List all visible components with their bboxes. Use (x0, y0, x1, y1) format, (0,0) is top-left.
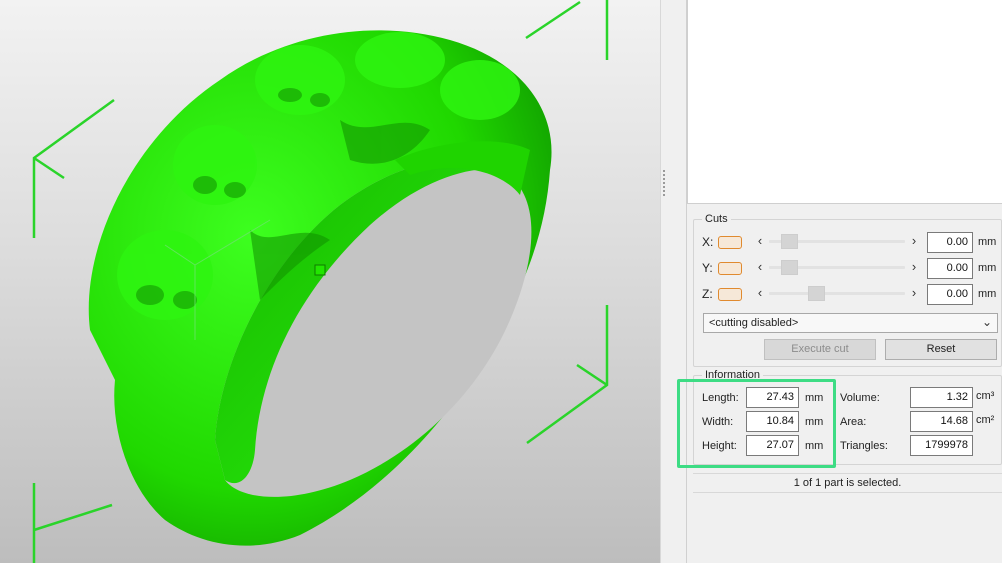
panel-splitter[interactable] (660, 0, 687, 563)
y-cut-unit: mm (978, 262, 997, 274)
slider-right-icon[interactable]: › (907, 285, 921, 302)
z-axis-label: Z: (702, 287, 713, 301)
ring-model-render[interactable] (0, 0, 660, 563)
3d-viewport[interactable] (0, 0, 660, 563)
y-axis-label: Y: (702, 261, 713, 275)
y-cut-slider[interactable]: ‹ › (753, 259, 921, 276)
cutting-mode-value: <cutting disabled> (709, 317, 799, 329)
area-label: Area: (840, 416, 867, 428)
slider-right-icon[interactable]: › (907, 259, 921, 276)
reset-button[interactable]: Reset (885, 339, 997, 360)
object-list[interactable] (687, 0, 1002, 204)
slider-left-icon[interactable]: ‹ (753, 259, 767, 276)
slider-thumb[interactable] (780, 234, 798, 249)
execute-cut-button[interactable]: Execute cut (764, 339, 876, 360)
cutting-mode-select[interactable]: <cutting disabled> ⌄ (703, 313, 998, 333)
slider-thumb[interactable] (780, 260, 798, 275)
right-panel: Cuts X: ‹ › 0.00 mm Y: ‹ › 0.00 mm Z: ‹ … (687, 0, 1002, 563)
x-cut-toggle[interactable] (718, 236, 742, 249)
z-cut-slider[interactable]: ‹ › (753, 285, 921, 302)
chevron-down-icon[interactable]: ⌄ (982, 315, 992, 329)
x-cut-slider[interactable]: ‹ › (753, 233, 921, 250)
triangles-label: Triangles: (840, 440, 888, 452)
cuts-title: Cuts (702, 213, 731, 225)
volume-label: Volume: (840, 392, 880, 404)
y-cut-toggle[interactable] (718, 262, 742, 275)
x-cut-unit: mm (978, 236, 997, 248)
dimensions-highlight-box (677, 379, 836, 468)
volume-unit: cm³ (976, 390, 995, 402)
z-cut-toggle[interactable] (718, 288, 742, 301)
volume-value: 1.32 (910, 387, 973, 408)
x-cut-value[interactable]: 0.00 (927, 232, 973, 253)
slider-thumb[interactable] (808, 286, 826, 301)
slider-left-icon[interactable]: ‹ (753, 285, 767, 302)
area-unit: cm² (976, 414, 995, 426)
selection-status: 1 of 1 part is selected. (693, 473, 1002, 493)
area-value: 14.68 (910, 411, 973, 432)
z-cut-unit: mm (978, 288, 997, 300)
center-handle (314, 264, 326, 276)
y-cut-value[interactable]: 0.00 (927, 258, 973, 279)
triangles-value: 1799978 (910, 435, 973, 456)
z-cut-value[interactable]: 0.00 (927, 284, 973, 305)
slider-right-icon[interactable]: › (907, 233, 921, 250)
slider-left-icon[interactable]: ‹ (753, 233, 767, 250)
x-axis-label: X: (702, 235, 714, 249)
splitter-grip-icon[interactable] (663, 170, 665, 196)
